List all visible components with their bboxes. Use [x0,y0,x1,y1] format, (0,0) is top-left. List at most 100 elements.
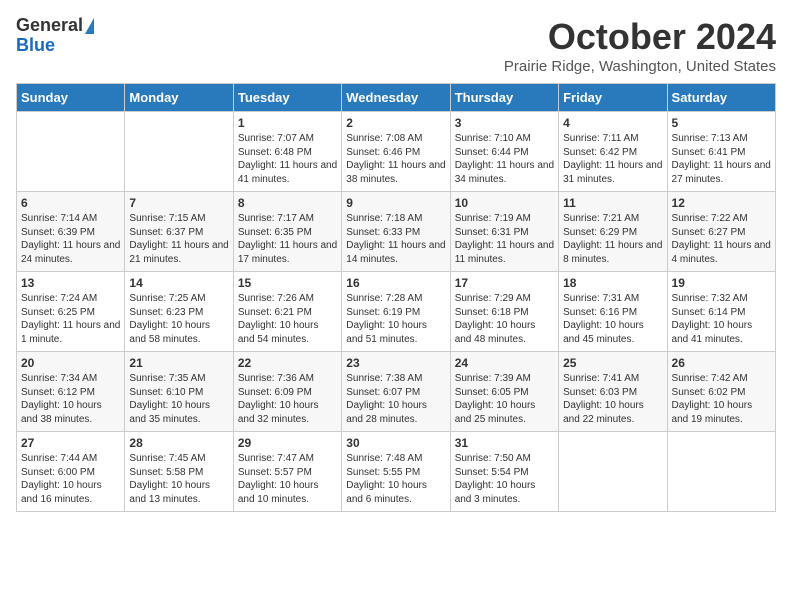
calendar-cell: 12Sunrise: 7:22 AM Sunset: 6:27 PM Dayli… [667,192,775,272]
day-header-saturday: Saturday [667,84,775,112]
calendar-body: 1Sunrise: 7:07 AM Sunset: 6:48 PM Daylig… [17,112,776,512]
day-info: Sunrise: 7:15 AM Sunset: 6:37 PM Dayligh… [129,212,228,266]
day-info: Sunrise: 7:24 AM Sunset: 6:25 PM Dayligh… [21,292,120,346]
calendar-cell: 25 Sunrise: 7:41 AM Sunset: 6:03 PM Dayli… [559,352,667,432]
day-number: 22 [238,356,337,370]
calendar-cell: 17 Sunrise: 7:29 AM Sunset: 6:18 PM Dayli… [450,272,558,352]
calendar-cell: 9 Sunrise: 7:18 AM Sunset: 6:33 PM Daylig… [342,192,450,272]
day-info: Sunrise: 7:07 AM Sunset: 6:48 PM Dayligh… [238,132,337,186]
day-header-monday: Monday [125,84,233,112]
calendar-cell: 16 Sunrise: 7:28 AM Sunset: 6:19 PM Dayli… [342,272,450,352]
day-number: 16 [346,276,445,290]
day-info: Sunrise: 7:11 AM Sunset: 6:42 PM Dayligh… [563,132,662,186]
calendar-cell: 11 Sunrise: 7:21 AM Sunset: 6:29 PM Dayli… [559,192,667,272]
calendar-cell: 28 Sunrise: 7:45 AM Sunset: 5:58 PM Dayli… [125,432,233,512]
calendar-cell: 29Sunrise: 7:47 AM Sunset: 5:57 PM Dayli… [233,432,341,512]
calendar-cell: 18Sunrise: 7:31 AM Sunset: 6:16 PM Dayli… [559,272,667,352]
day-number: 11 [563,196,662,210]
day-info: Sunrise: 7:42 AM Sunset: 6:02 PM Dayligh… [672,372,771,426]
day-header-sunday: Sunday [17,84,125,112]
calendar-week-row: 6 Sunrise: 7:14 AM Sunset: 6:39 PM Daylig… [17,192,776,272]
calendar-cell: 26Sunrise: 7:42 AM Sunset: 6:02 PM Dayli… [667,352,775,432]
day-info: Sunrise: 7:34 AM Sunset: 6:12 PM Dayligh… [21,372,120,426]
day-number: 23 [346,356,445,370]
calendar-cell: 27 Sunrise: 7:44 AM Sunset: 6:00 PM Dayli… [17,432,125,512]
page-header: General Blue October 2024 Prairie Ridge,… [16,16,776,75]
day-info: Sunrise: 7:26 AM Sunset: 6:21 PM Dayligh… [238,292,337,346]
calendar-week-row: 20 Sunrise: 7:34 AM Sunset: 6:12 PM Dayli… [17,352,776,432]
day-info: Sunrise: 7:44 AM Sunset: 6:00 PM Dayligh… [21,452,120,506]
logo: General Blue [16,16,94,56]
day-header-tuesday: Tuesday [233,84,341,112]
calendar-cell: 30Sunrise: 7:48 AM Sunset: 5:55 PM Dayli… [342,432,450,512]
day-number: 17 [455,276,554,290]
calendar-cell [125,112,233,192]
calendar-cell: 13Sunrise: 7:24 AM Sunset: 6:25 PM Dayli… [17,272,125,352]
day-number: 24 [455,356,554,370]
month-title: October 2024 [504,16,776,58]
day-info: Sunrise: 7:22 AM Sunset: 6:27 PM Dayligh… [672,212,771,266]
day-info: Sunrise: 7:10 AM Sunset: 6:44 PM Dayligh… [455,132,554,186]
calendar-cell: 3 Sunrise: 7:10 AM Sunset: 6:44 PM Daylig… [450,112,558,192]
day-info: Sunrise: 7:29 AM Sunset: 6:18 PM Dayligh… [455,292,554,346]
day-info: Sunrise: 7:21 AM Sunset: 6:29 PM Dayligh… [563,212,662,266]
calendar-week-row: 13Sunrise: 7:24 AM Sunset: 6:25 PM Dayli… [17,272,776,352]
day-number: 2 [346,116,445,130]
day-info: Sunrise: 7:50 AM Sunset: 5:54 PM Dayligh… [455,452,554,506]
day-header-friday: Friday [559,84,667,112]
day-info: Sunrise: 7:18 AM Sunset: 6:33 PM Dayligh… [346,212,445,266]
day-number: 18 [563,276,662,290]
calendar-cell: 8 Sunrise: 7:17 AM Sunset: 6:35 PM Daylig… [233,192,341,272]
day-number: 4 [563,116,662,130]
calendar-cell: 23 Sunrise: 7:38 AM Sunset: 6:07 PM Dayli… [342,352,450,432]
day-info: Sunrise: 7:38 AM Sunset: 6:07 PM Dayligh… [346,372,445,426]
calendar-week-row: 1Sunrise: 7:07 AM Sunset: 6:48 PM Daylig… [17,112,776,192]
day-info: Sunrise: 7:19 AM Sunset: 6:31 PM Dayligh… [455,212,554,266]
day-info: Sunrise: 7:14 AM Sunset: 6:39 PM Dayligh… [21,212,120,266]
day-number: 20 [21,356,120,370]
day-info: Sunrise: 7:25 AM Sunset: 6:23 PM Dayligh… [129,292,228,346]
logo-blue-text: Blue [16,36,55,56]
calendar-cell: 19Sunrise: 7:32 AM Sunset: 6:14 PM Dayli… [667,272,775,352]
logo-triangle-icon [85,18,94,34]
day-info: Sunrise: 7:36 AM Sunset: 6:09 PM Dayligh… [238,372,337,426]
day-info: Sunrise: 7:45 AM Sunset: 5:58 PM Dayligh… [129,452,228,506]
day-info: Sunrise: 7:48 AM Sunset: 5:55 PM Dayligh… [346,452,445,506]
day-number: 28 [129,436,228,450]
day-info: Sunrise: 7:39 AM Sunset: 6:05 PM Dayligh… [455,372,554,426]
calendar-cell: 31Sunrise: 7:50 AM Sunset: 5:54 PM Dayli… [450,432,558,512]
calendar-cell: 7Sunrise: 7:15 AM Sunset: 6:37 PM Daylig… [125,192,233,272]
calendar-cell [667,432,775,512]
day-number: 14 [129,276,228,290]
day-info: Sunrise: 7:08 AM Sunset: 6:46 PM Dayligh… [346,132,445,186]
calendar-cell: 10Sunrise: 7:19 AM Sunset: 6:31 PM Dayli… [450,192,558,272]
day-number: 9 [346,196,445,210]
calendar-cell: 2 Sunrise: 7:08 AM Sunset: 6:46 PM Daylig… [342,112,450,192]
day-number: 3 [455,116,554,130]
calendar-cell [17,112,125,192]
day-number: 25 [563,356,662,370]
calendar-week-row: 27 Sunrise: 7:44 AM Sunset: 6:00 PM Dayli… [17,432,776,512]
day-header-wednesday: Wednesday [342,84,450,112]
calendar-cell: 6 Sunrise: 7:14 AM Sunset: 6:39 PM Daylig… [17,192,125,272]
day-info: Sunrise: 7:17 AM Sunset: 6:35 PM Dayligh… [238,212,337,266]
day-info: Sunrise: 7:28 AM Sunset: 6:19 PM Dayligh… [346,292,445,346]
calendar-cell: 14 Sunrise: 7:25 AM Sunset: 6:23 PM Dayli… [125,272,233,352]
day-number: 21 [129,356,228,370]
day-info: Sunrise: 7:47 AM Sunset: 5:57 PM Dayligh… [238,452,337,506]
day-info: Sunrise: 7:13 AM Sunset: 6:41 PM Dayligh… [672,132,771,186]
day-number: 6 [21,196,120,210]
day-info: Sunrise: 7:41 AM Sunset: 6:03 PM Dayligh… [563,372,662,426]
day-number: 27 [21,436,120,450]
calendar-cell: 5Sunrise: 7:13 AM Sunset: 6:41 PM Daylig… [667,112,775,192]
calendar-cell: 4 Sunrise: 7:11 AM Sunset: 6:42 PM Daylig… [559,112,667,192]
calendar-cell: 15Sunrise: 7:26 AM Sunset: 6:21 PM Dayli… [233,272,341,352]
logo-general-text: General [16,16,83,36]
calendar-table: SundayMondayTuesdayWednesdayThursdayFrid… [16,83,776,512]
calendar-cell: 21 Sunrise: 7:35 AM Sunset: 6:10 PM Dayli… [125,352,233,432]
day-info: Sunrise: 7:35 AM Sunset: 6:10 PM Dayligh… [129,372,228,426]
day-number: 8 [238,196,337,210]
day-number: 19 [672,276,771,290]
calendar-cell: 24 Sunrise: 7:39 AM Sunset: 6:05 PM Dayli… [450,352,558,432]
day-header-thursday: Thursday [450,84,558,112]
